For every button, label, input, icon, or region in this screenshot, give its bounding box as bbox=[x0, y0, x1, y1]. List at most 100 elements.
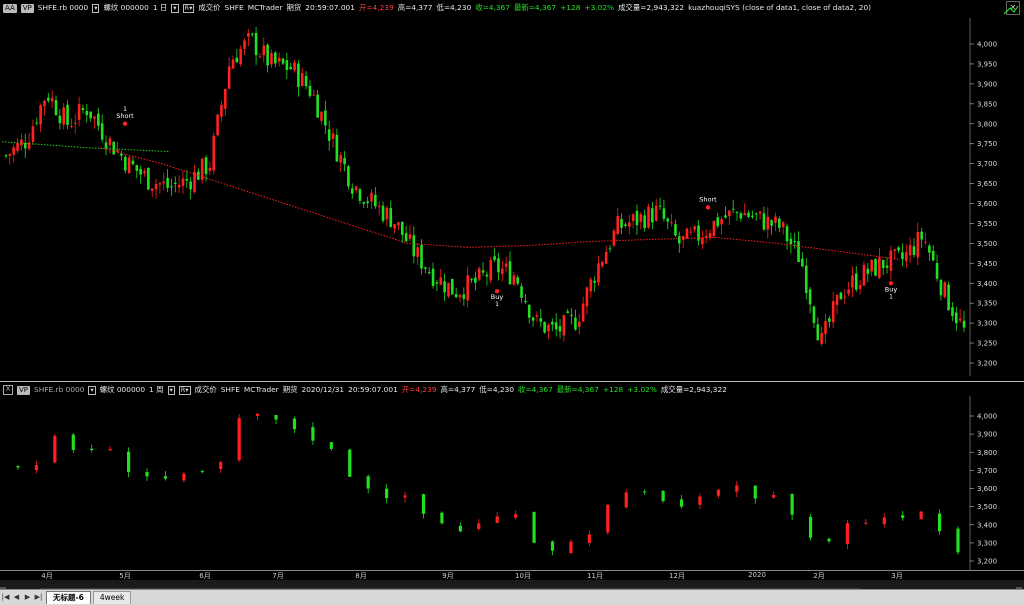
weekly-candlestick-chart: 4,000 3,900 3,800 3,700 3,600 3,500 3,400 3,300… bbox=[16, 396, 997, 571]
candle-body bbox=[962, 320, 966, 328]
weekly-candle-body bbox=[329, 442, 333, 449]
candle-body bbox=[670, 222, 673, 224]
candle-body bbox=[443, 281, 446, 293]
candle-body bbox=[416, 247, 419, 257]
candle-body bbox=[458, 294, 462, 298]
price-tick-label: 3,700 bbox=[977, 160, 997, 168]
price-tick-label: 3,900 bbox=[977, 80, 997, 88]
candle-body bbox=[170, 186, 173, 188]
candle-body bbox=[135, 164, 139, 171]
signal-label: Buy bbox=[491, 293, 504, 301]
candle-body bbox=[866, 268, 870, 274]
candle-body bbox=[224, 88, 227, 109]
candle-body bbox=[912, 246, 916, 255]
weekly-candle-body bbox=[348, 449, 352, 477]
candle-body bbox=[712, 220, 716, 236]
prev-tab-icon[interactable]: ◀ bbox=[11, 591, 22, 604]
chart-scrollbar[interactable] bbox=[0, 580, 1024, 594]
candle-body bbox=[743, 213, 746, 216]
candle-body bbox=[435, 282, 439, 284]
candle-body bbox=[716, 217, 720, 227]
candle-body bbox=[870, 259, 873, 272]
price-tick-label: 3,600 bbox=[977, 200, 997, 208]
candle-body bbox=[612, 230, 616, 246]
signal-qty: 1 bbox=[495, 301, 499, 308]
candle-body bbox=[89, 111, 92, 119]
candle-body bbox=[474, 277, 477, 283]
candle-body bbox=[166, 177, 169, 188]
weekly-candle-body bbox=[772, 494, 776, 498]
candle-body bbox=[908, 245, 912, 256]
weekly-candle-body bbox=[477, 523, 481, 529]
candle-body bbox=[324, 110, 327, 126]
price-tick-label-2: 3,700 bbox=[977, 467, 997, 475]
candle-body bbox=[897, 247, 900, 251]
price-tick-label: 3,950 bbox=[977, 60, 997, 68]
candle-body bbox=[931, 250, 935, 261]
candle-body bbox=[685, 228, 689, 239]
candle-body bbox=[477, 268, 481, 280]
candle-body bbox=[781, 222, 785, 228]
candle-body bbox=[924, 241, 927, 243]
price-tick-label-2: 3,800 bbox=[977, 449, 997, 457]
candle-body bbox=[547, 324, 550, 332]
candle-body bbox=[485, 274, 489, 277]
candle-body bbox=[266, 44, 269, 66]
candle-body bbox=[258, 56, 262, 58]
candle-body bbox=[635, 210, 639, 226]
candle-body bbox=[627, 222, 631, 227]
candle-body bbox=[481, 270, 485, 273]
weekly-candle-body bbox=[71, 434, 75, 450]
candle-body bbox=[624, 224, 627, 227]
next-tab-icon[interactable]: ▶ bbox=[22, 591, 33, 604]
candle-body bbox=[508, 261, 512, 285]
candle-body bbox=[43, 100, 46, 107]
candle-body bbox=[774, 216, 777, 224]
candle-body bbox=[674, 224, 677, 236]
candle-body bbox=[131, 160, 135, 165]
daily-chart-pane[interactable]: AA VP SHFE.rb 0000 ▾ 螺纹 000000 1 日 ▾ R▾ … bbox=[0, 0, 1024, 378]
candle-body bbox=[577, 321, 581, 327]
last-tab-icon[interactable]: ▶| bbox=[33, 591, 44, 604]
price-tick-label: 3,250 bbox=[977, 340, 997, 348]
candle-body bbox=[216, 114, 219, 136]
candle-body bbox=[239, 48, 242, 65]
weekly-candle-body bbox=[808, 516, 813, 538]
candle-body bbox=[123, 156, 127, 171]
price-tick-label: 3,550 bbox=[977, 220, 997, 228]
price-tick-label-2: 3,200 bbox=[977, 558, 997, 566]
signal-label: Buy bbox=[885, 285, 898, 293]
weekly-candle-body bbox=[864, 522, 868, 524]
candle-body bbox=[951, 307, 954, 317]
weekly-candle-body bbox=[219, 462, 223, 469]
candle-body bbox=[516, 277, 520, 284]
trend-toggle-icon bbox=[1003, 5, 1019, 15]
candle-body bbox=[885, 265, 889, 268]
tab-4week[interactable]: 4week bbox=[92, 591, 132, 604]
candle-body bbox=[943, 282, 947, 298]
price-tick-label-2: 4,000 bbox=[977, 413, 997, 421]
candle-body bbox=[916, 231, 920, 258]
weekly-candle-body bbox=[163, 476, 168, 479]
weekly-candle-body bbox=[274, 415, 278, 420]
candle-body bbox=[427, 272, 431, 274]
candle-body bbox=[551, 321, 554, 325]
candle-body bbox=[839, 292, 843, 300]
candle-body bbox=[504, 263, 508, 267]
candle-body bbox=[112, 141, 116, 155]
weekly-chart-pane[interactable]: X VP SHFE.rb 0000 ▾ 螺纹 000000 1 周 ▾ R▾ 成… bbox=[0, 381, 1024, 571]
candle-body bbox=[212, 135, 216, 171]
green-indicator-line bbox=[1, 141, 171, 153]
daily-candlestick-chart: 4,000 3,950 3,900 3,850 3,800 3,750 3,700 3,650… bbox=[1, 5, 1019, 376]
candle-body bbox=[720, 219, 723, 225]
signal-marker bbox=[122, 121, 128, 126]
candle-body bbox=[204, 157, 208, 175]
price-tick-label: 3,300 bbox=[977, 320, 997, 328]
candle-body bbox=[778, 218, 781, 228]
candle-body bbox=[754, 213, 758, 215]
candle-body bbox=[728, 210, 731, 217]
tab-untitled-6[interactable]: 无标题-6 bbox=[46, 591, 91, 604]
first-tab-icon[interactable]: |◀ bbox=[0, 591, 11, 604]
candle-body bbox=[520, 286, 523, 298]
price-tick-label: 3,400 bbox=[977, 280, 997, 288]
